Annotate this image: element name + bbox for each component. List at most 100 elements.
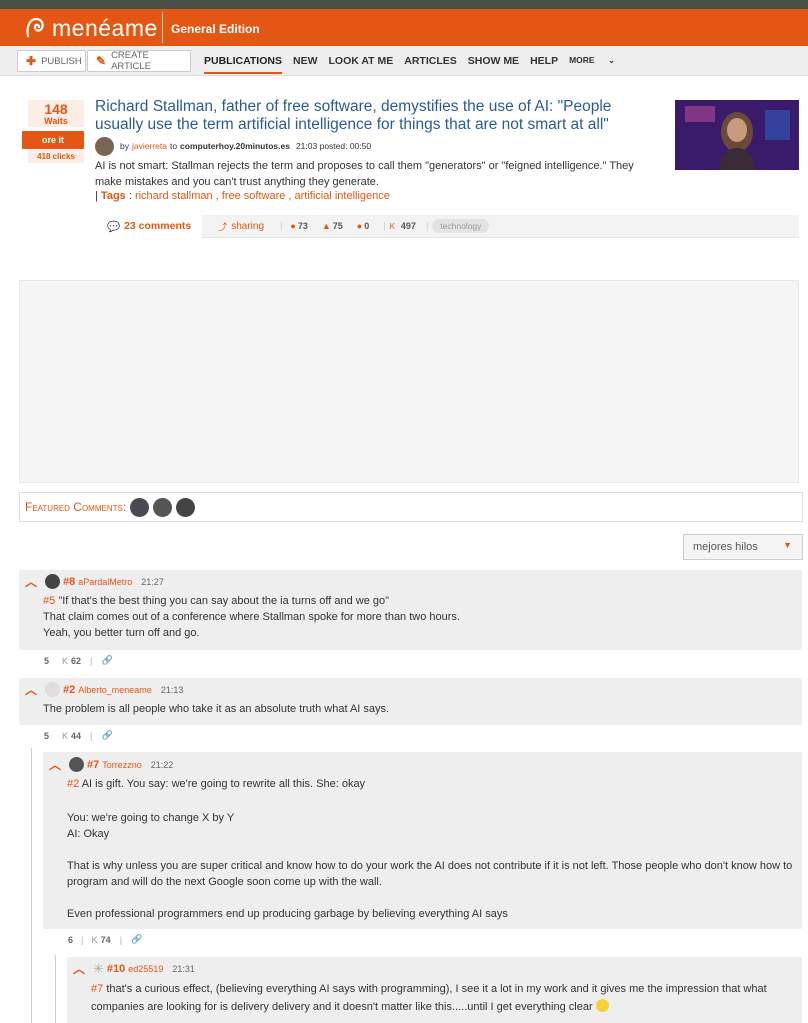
avatar[interactable] xyxy=(45,682,61,697)
tag-links[interactable]: richard stallman , free software , artif… xyxy=(135,190,390,202)
by-label: by xyxy=(120,141,129,151)
logo-divider xyxy=(162,12,163,43)
vote-up-icon[interactable]: ︿ xyxy=(49,756,61,773)
comment-body: The problem is all people who take it as… xyxy=(43,701,793,717)
avatar[interactable] xyxy=(95,136,114,156)
avatar[interactable]: ✳ xyxy=(93,961,104,977)
avatar[interactable] xyxy=(130,497,150,517)
nav-show-me[interactable]: SHOW ME xyxy=(468,55,519,74)
share-link[interactable]: sharing xyxy=(231,221,264,232)
nav-help[interactable]: HELP xyxy=(530,55,558,74)
comment-time: 21:27 xyxy=(141,576,164,587)
comment-line: That claim comes out of a conference whe… xyxy=(43,611,460,623)
permalink-icon[interactable]: 🔗 xyxy=(102,655,113,666)
comment-header: ︿ #7 Torrezzno 21:22 xyxy=(49,756,173,773)
sort-select[interactable]: mejores hilos ▼ xyxy=(683,534,803,560)
to-label: to xyxy=(169,141,178,151)
pencil-icon: ✎ xyxy=(96,54,107,68)
comment-reference-link[interactable]: #5 xyxy=(43,595,55,607)
comment-votes: 5 xyxy=(44,655,50,666)
story-title[interactable]: Richard Stallman, father of free softwar… xyxy=(95,98,655,134)
featured-comments-bar: Featured Comments: xyxy=(19,492,803,522)
story-meta: by javierreta to computerhoy.20minutos.e… xyxy=(95,136,655,156)
karma-label: K xyxy=(62,730,69,741)
karma-label: K xyxy=(62,655,69,666)
comment-number[interactable]: #8 xyxy=(63,576,75,588)
comment-footer: 5 K 44 | 🔗 xyxy=(44,730,113,741)
vote-count: 148 xyxy=(44,101,68,117)
site-logo[interactable]: menéame xyxy=(22,13,158,43)
comment-karma: 74 xyxy=(100,934,111,945)
avatar[interactable] xyxy=(45,574,61,589)
vote-up-icon[interactable]: ︿ xyxy=(25,573,37,590)
comment-votes: 6 xyxy=(68,934,74,945)
comment-footer: 5 K 62 | 🔗 xyxy=(44,655,113,666)
comment-header: ︿ #8 aPardalMetro 21:27 xyxy=(25,573,164,590)
comment-line: #5 "If that's the best thing you can say… xyxy=(43,593,793,609)
permalink-icon[interactable]: 🔗 xyxy=(102,730,113,741)
comment-author[interactable]: ed25519 xyxy=(128,964,163,974)
nav-look-at-me[interactable]: LOOK AT ME xyxy=(328,55,393,74)
publish-button[interactable]: ✚ PUBLISH xyxy=(17,50,86,72)
stat-c-icon: ● xyxy=(356,221,363,231)
create-article-label: CREATE ARTICLE xyxy=(111,50,152,72)
comment-line: #2 AI is gift. You say: we're going to r… xyxy=(67,776,793,792)
comment-line xyxy=(67,792,793,810)
edition-label[interactable]: General Edition xyxy=(171,22,260,36)
karma-label: K xyxy=(389,221,395,231)
comment-text: that's a curious effect, (believing ever… xyxy=(91,983,767,1013)
vote-button[interactable]: ore it xyxy=(22,131,84,149)
comments-count: 23 comments xyxy=(124,220,192,232)
comment-author[interactable]: aPardalMetro xyxy=(78,577,132,587)
comment-karma: 62 xyxy=(71,655,82,666)
comment-number[interactable]: #7 xyxy=(87,759,99,771)
vote-widget: 148 Waits ore it 418 clicks xyxy=(22,100,84,163)
comment-author[interactable]: Torrezzno xyxy=(102,760,142,770)
nav-more-label: MORE xyxy=(569,55,595,65)
comment-reference-link[interactable]: #7 xyxy=(91,983,103,995)
top-strip xyxy=(0,0,808,9)
comment-body: #7 that's a curious effect, (believing e… xyxy=(91,980,791,1016)
story-thumbnail[interactable] xyxy=(675,100,799,170)
share-icon: ⤴ xyxy=(218,221,228,232)
story-time: 21:03 posted: 00:50 xyxy=(295,141,372,151)
caret-down-icon: ▼ xyxy=(783,540,792,550)
stat-b-value: 75 xyxy=(332,221,343,231)
smiley-icon xyxy=(595,999,609,1012)
submitter-link[interactable]: javierreta xyxy=(132,141,167,151)
comment-line: AI: Okay xyxy=(67,828,110,840)
nav-articles[interactable]: ARTICLES xyxy=(404,55,457,74)
plus-icon: ✚ xyxy=(26,54,37,68)
vote-up-icon[interactable]: ︿ xyxy=(25,681,37,698)
vote-up-icon[interactable]: ︿ xyxy=(73,960,85,977)
vote-count-box: 148 Waits xyxy=(28,100,84,127)
source-domain[interactable]: computerhoy.20minutos.es xyxy=(180,141,290,151)
comment-number[interactable]: #10 xyxy=(107,963,125,975)
nav-more[interactable]: MORE ⌄ xyxy=(569,55,626,74)
avatar[interactable] xyxy=(176,497,196,517)
avatar[interactable] xyxy=(153,497,173,517)
create-article-button[interactable]: ✎ CREATE ARTICLE xyxy=(87,50,191,72)
comment-line: You: we're going to change X by Y xyxy=(67,812,235,824)
comment-body: #5 "If that's the best thing you can say… xyxy=(43,593,793,641)
comment-reference-link[interactable]: #2 xyxy=(67,778,79,790)
category-badge[interactable]: technology xyxy=(432,219,490,233)
comment-body: #2 AI is gift. You say: we're going to r… xyxy=(67,776,793,922)
karma-value: 497 xyxy=(400,221,416,231)
ad-placeholder xyxy=(19,280,799,483)
comment-line: That is why unless you are super critica… xyxy=(67,860,793,888)
comment-header: ︿ #2 Alberto_meneame 21:13 xyxy=(25,681,183,698)
comment-time: 21:31 xyxy=(172,963,195,974)
comment-author[interactable]: Alberto_meneame xyxy=(78,685,152,695)
comment-line xyxy=(67,890,793,906)
comment-line: Yeah, you better turn off and go. xyxy=(43,627,200,639)
nav-publications[interactable]: PUBLICATIONS xyxy=(204,55,282,74)
comments-link[interactable]: 💬 23 comments xyxy=(95,214,203,238)
permalink-icon[interactable]: 🔗 xyxy=(131,934,142,945)
karma-label: K xyxy=(91,934,98,945)
story-action-bar: 💬 23 comments ⤴ sharing | ● 73 ▲ 75 ● 0 |… xyxy=(95,214,799,238)
avatar[interactable] xyxy=(69,757,85,772)
nav-new[interactable]: NEW xyxy=(293,55,318,74)
nav-links: PUBLICATIONS NEW LOOK AT ME ARTICLES SHO… xyxy=(204,55,637,74)
comment-number[interactable]: #2 xyxy=(63,684,75,696)
